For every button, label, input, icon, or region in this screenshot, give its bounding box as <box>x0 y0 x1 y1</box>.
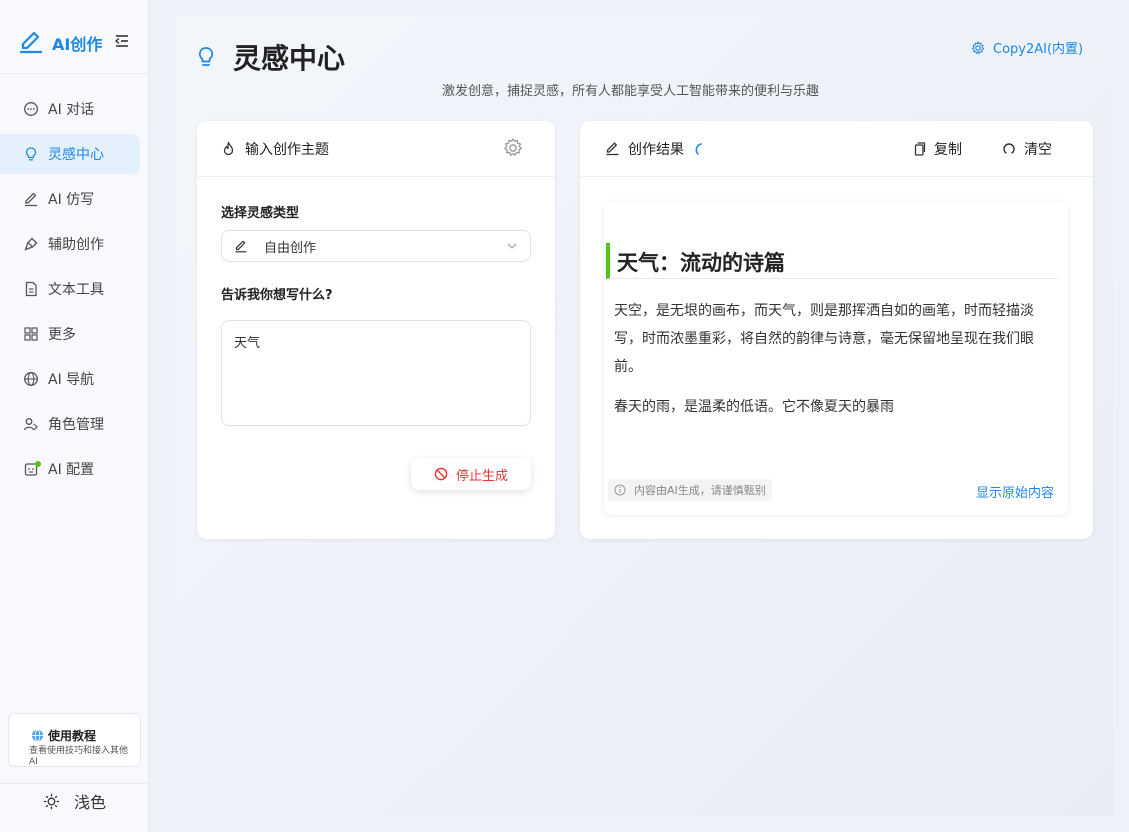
result-panel-title: 创作结果 <box>628 141 684 158</box>
sidebar-item-label: AI 配置 <box>48 462 95 478</box>
sidebar-item-label: 辅助创作 <box>48 237 104 253</box>
disclaimer-text: 内容由AI生成，请谨慎甄别 <box>634 484 766 497</box>
status-dot <box>35 461 41 467</box>
result-panel: 创作结果 复制 清空 天气：流动的诗篇 天空，是无垠的画布，而天气，则是那挥洒自… <box>580 121 1093 539</box>
clear-icon <box>1003 143 1015 154</box>
pen-icon <box>25 192 37 207</box>
sidebar-item-role-management[interactable]: 角色管理 <box>0 404 140 444</box>
info-icon <box>614 484 626 496</box>
pen-icon <box>235 240 247 253</box>
stop-generation-button[interactable]: 停止生成 <box>411 458 531 490</box>
users-icon <box>23 418 38 431</box>
copy-icon <box>914 142 926 156</box>
select-value: 自由创作 <box>264 240 317 256</box>
sidebar-nav: AI 对话 灵感中心 AI 仿写 辅助创作 文本工具 更多 AI 导航 角色管理… <box>0 74 148 489</box>
tutorial-card[interactable]: 使用教程 查看使用技巧和接入其他AI <box>8 713 141 767</box>
bulb-icon <box>25 147 37 161</box>
tutorial-desc: 查看使用技巧和接入其他AI <box>29 746 129 767</box>
grid-icon <box>24 327 38 341</box>
show-original-link[interactable]: 显示原始内容 <box>976 482 1054 501</box>
tutorial-title: 使用教程 <box>48 729 97 743</box>
logo-text: AI创作 <box>52 35 103 54</box>
sun-icon <box>43 793 60 809</box>
clear-label: 清空 <box>1024 142 1052 158</box>
sidebar-item-label: AI 对话 <box>48 102 95 118</box>
result-content: 天气：流动的诗篇 天空，是无垠的画布，而天气，则是那挥洒自如的画笔，时而轻描淡写… <box>604 201 1068 515</box>
globe-icon <box>24 372 38 386</box>
type-label: 选择灵感类型 <box>221 206 300 221</box>
copy-button[interactable]: 复制 <box>912 139 962 159</box>
logo-pen-icon <box>19 31 43 54</box>
collapse-menu-icon[interactable] <box>114 33 130 49</box>
ai-disclaimer: 内容由AI生成，请谨慎甄别 <box>608 479 772 501</box>
sidebar-item-ai-config[interactable]: AI 配置 <box>0 449 140 489</box>
sidebar-item-label: 文本工具 <box>48 282 104 298</box>
theme-toggle[interactable]: 浅色 <box>0 783 149 818</box>
article-paragraph: 春天的雨，是温柔的低语。它不像夏天的暴雨 <box>614 399 894 415</box>
logo-row: AI创作 <box>0 0 148 74</box>
input-panel: 输入创作主题 选择灵感类型 自由创作 告诉我你想写什么? 天气 停止生成 <box>197 121 555 539</box>
copy2ai-label: Copy2AI(内置) <box>993 42 1084 57</box>
stop-icon <box>434 467 448 481</box>
sidebar: AI创作 AI 对话 灵感中心 AI 仿写 辅助创作 文本工具 更多 AI 导航… <box>0 0 149 832</box>
pen-icon <box>606 142 619 156</box>
sidebar-item-ai-navigation[interactable]: AI 导航 <box>0 359 140 399</box>
sidebar-item-inspiration[interactable]: 灵感中心 <box>0 134 140 174</box>
main-content: 灵感中心 激发创意，捕捉灵感，所有人都能享受人工智能带来的便利与乐趣 Copy2… <box>176 16 1113 816</box>
bulb-icon <box>198 47 214 66</box>
fire-icon <box>223 141 234 155</box>
gear-icon <box>971 40 985 54</box>
copy2ai-button[interactable]: Copy2AI(内置) <box>971 38 1083 57</box>
tutorial-title-row: 使用教程 <box>29 727 140 744</box>
theme-label: 浅色 <box>74 793 107 812</box>
sidebar-item-ai-imitate[interactable]: AI 仿写 <box>0 179 140 219</box>
page-title: 灵感中心 <box>233 42 346 75</box>
chevron-down-icon <box>507 243 517 249</box>
sidebar-item-ai-chat[interactable]: AI 对话 <box>0 89 140 129</box>
sidebar-item-assist-writing[interactable]: 辅助创作 <box>0 224 140 264</box>
sidebar-item-label: 灵感中心 <box>48 147 104 163</box>
sidebar-item-label: AI 仿写 <box>48 192 95 208</box>
sidebar-item-label: 更多 <box>48 327 76 343</box>
sidebar-item-text-tools[interactable]: 文本工具 <box>0 269 140 309</box>
prompt-textarea[interactable]: 天气 <box>221 320 531 426</box>
sidebar-item-label: AI 导航 <box>48 372 95 388</box>
settings-gear-icon[interactable] <box>502 137 524 159</box>
stop-label: 停止生成 <box>455 468 508 484</box>
article-paragraph: 天空，是无垠的画布，而天气，则是那挥洒自如的画笔，时而轻描淡写，时而浓墨重彩，将… <box>614 303 1034 375</box>
globe-icon <box>31 729 44 742</box>
inspiration-type-select[interactable]: 自由创作 <box>221 230 531 262</box>
input-panel-title: 输入创作主题 <box>245 141 329 158</box>
clear-button[interactable]: 清空 <box>1002 139 1052 159</box>
article-title: 天气：流动的诗篇 <box>606 243 1058 279</box>
copy-label: 复制 <box>934 142 962 158</box>
document-icon <box>25 281 37 297</box>
prompt-label: 告诉我你想写什么? <box>221 288 333 303</box>
sidebar-item-label: 角色管理 <box>48 417 104 433</box>
chat-icon <box>24 102 38 116</box>
brush-icon <box>24 237 38 251</box>
sidebar-item-more[interactable]: 更多 <box>0 314 140 354</box>
page-subtitle: 激发创意，捕捉灵感，所有人都能享受人工智能带来的便利与乐趣 <box>442 84 820 99</box>
loading-spinner-icon <box>695 142 702 155</box>
